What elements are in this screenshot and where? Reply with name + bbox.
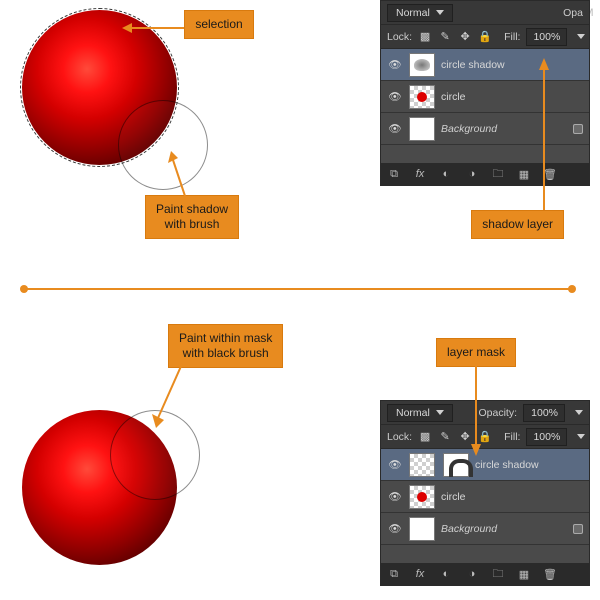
lock-pixels-icon[interactable]: ✎ — [438, 30, 452, 44]
layer-name: circle shadow — [475, 459, 539, 471]
layer-name: circle — [441, 491, 466, 503]
layer-row-circle-shadow[interactable]: 👁 circle shadow — [381, 449, 589, 481]
fill-value[interactable]: 100% — [526, 428, 567, 446]
lock-icons-group: ▩ ✎ ✥ 🔒 — [418, 30, 492, 44]
layer-thumbnail[interactable] — [409, 117, 435, 141]
blend-mode-select[interactable]: Normal — [387, 404, 453, 422]
lock-position-icon[interactable]: ✥ — [458, 30, 472, 44]
chevron-down-icon[interactable] — [575, 410, 583, 415]
callout-paint-shadow: Paint shadow with brush — [145, 195, 239, 239]
chevron-down-icon[interactable] — [577, 434, 585, 439]
group-icon[interactable]: 🗀 — [491, 165, 505, 184]
callout-selection: selection — [184, 10, 254, 39]
fill-label: Fill: — [504, 431, 520, 443]
adjustment-layer-icon[interactable]: ◑ — [465, 568, 479, 580]
blend-row: Normal Opacity: 100% — [381, 401, 589, 425]
example-top: selection Paint shadow with brush Normal… — [0, 0, 600, 280]
layer-row-circle[interactable]: 👁 circle — [381, 481, 589, 513]
layer-name: Background — [441, 123, 497, 135]
layer-thumbnail[interactable] — [409, 453, 435, 477]
visibility-toggle[interactable]: 👁 — [387, 90, 403, 103]
layer-mask-icon[interactable]: ◐ — [439, 568, 453, 580]
blend-mode-select[interactable]: Normal — [387, 4, 453, 22]
red-dot-icon — [417, 92, 427, 102]
panel-footer: ⧉ fx ◐ ◑ 🗀 ▦ 🗑 — [381, 563, 589, 585]
adjustment-layer-icon[interactable]: ◑ — [465, 168, 479, 180]
link-layers-icon[interactable]: ⧉ — [387, 568, 401, 581]
lock-transparency-icon[interactable]: ▩ — [418, 30, 432, 44]
visibility-toggle[interactable]: 👁 — [387, 58, 403, 71]
layer-thumbnail[interactable] — [409, 53, 435, 77]
opacity-label: Opacity: — [478, 407, 517, 419]
group-icon[interactable]: 🗀 — [491, 565, 505, 584]
red-dot-icon — [417, 492, 427, 502]
callout-paint-mask: Paint within mask with black brush — [168, 324, 283, 368]
layer-thumbnail[interactable] — [409, 517, 435, 541]
brush-outline-circle — [118, 100, 208, 190]
fill-value[interactable]: 100% — [526, 28, 567, 46]
layer-row-circle[interactable]: 👁 circle — [381, 81, 589, 113]
opacity-value[interactable]: 100% — [523, 404, 565, 422]
layers-list: 👁 circle shadow 👁 circle 👁 Background — [381, 49, 589, 163]
new-layer-icon[interactable]: ▦ — [517, 568, 531, 581]
lock-label: Lock: — [387, 31, 412, 43]
lock-pixels-icon[interactable]: ✎ — [438, 430, 452, 444]
lock-position-icon[interactable]: ✥ — [458, 430, 472, 444]
layers-empty-space — [381, 545, 589, 563]
lock-icon — [573, 524, 583, 534]
callout-shadow-layer: shadow layer — [471, 210, 564, 239]
visibility-toggle[interactable]: 👁 — [387, 122, 403, 135]
panel-footer: ⧉ fx ◐ ◑ 🗀 ▦ 🗑 — [381, 163, 589, 185]
visibility-toggle[interactable]: 👁 — [387, 490, 403, 503]
visibility-toggle[interactable]: 👁 — [387, 522, 403, 535]
layer-thumbnail[interactable] — [409, 85, 435, 109]
brush-outline-circle — [110, 410, 200, 500]
lock-all-icon[interactable]: 🔒 — [478, 30, 492, 44]
lock-all-icon[interactable]: 🔒 — [478, 430, 492, 444]
layer-row-background[interactable]: 👁 Background — [381, 513, 589, 545]
fx-icon[interactable]: fx — [413, 168, 427, 180]
layer-mask-icon[interactable]: ◐ — [439, 168, 453, 180]
callout-layer-mask: layer mask — [436, 338, 516, 367]
blend-row: Normal Opa — [381, 1, 589, 25]
link-layers-icon[interactable]: ⧉ — [387, 168, 401, 181]
layer-thumbnail[interactable] — [409, 485, 435, 509]
new-layer-icon[interactable]: ▦ — [517, 168, 531, 181]
chevron-down-icon — [436, 10, 444, 15]
layer-name: Background — [441, 523, 497, 535]
layer-name: circle shadow — [441, 59, 505, 71]
fx-icon[interactable]: fx — [413, 568, 427, 580]
fill-label: Fill: — [504, 31, 520, 43]
layer-mask-thumbnail[interactable] — [443, 453, 469, 477]
layers-panel-top: Normal Opa Lock: ▩ ✎ ✥ 🔒 Fill: 100% 👁 c — [380, 0, 590, 186]
chevron-down-icon — [436, 410, 444, 415]
layers-list: 👁 circle shadow 👁 circle 👁 Background — [381, 449, 589, 563]
lock-icon — [573, 124, 583, 134]
lock-row: Lock: ▩ ✎ ✥ 🔒 Fill: 100% — [381, 25, 589, 49]
blend-mode-value: Normal — [396, 7, 430, 19]
example-bottom: Paint within mask with black brush Norma… — [0, 300, 600, 600]
lock-label: Lock: — [387, 431, 412, 443]
visibility-toggle[interactable]: 👁 — [387, 458, 403, 471]
delete-layer-icon[interactable]: 🗑 — [543, 168, 557, 181]
lock-icons-group: ▩ ✎ ✥ 🔒 — [418, 430, 492, 444]
blend-mode-value: Normal — [396, 407, 430, 419]
chevron-down-icon[interactable] — [577, 34, 585, 39]
lock-row: Lock: ▩ ✎ ✥ 🔒 Fill: 100% — [381, 425, 589, 449]
lock-transparency-icon[interactable]: ▩ — [418, 430, 432, 444]
layers-panel-bottom: Normal Opacity: 100% Lock: ▩ ✎ ✥ 🔒 Fill:… — [380, 400, 590, 586]
opacity-label: Opa — [563, 7, 583, 19]
delete-layer-icon[interactable]: 🗑 — [543, 568, 557, 581]
section-divider — [24, 288, 572, 290]
layer-row-background[interactable]: 👁 Background — [381, 113, 589, 145]
layer-name: circle — [441, 91, 466, 103]
layers-empty-space — [381, 145, 589, 163]
layer-row-circle-shadow[interactable]: 👁 circle shadow — [381, 49, 589, 81]
